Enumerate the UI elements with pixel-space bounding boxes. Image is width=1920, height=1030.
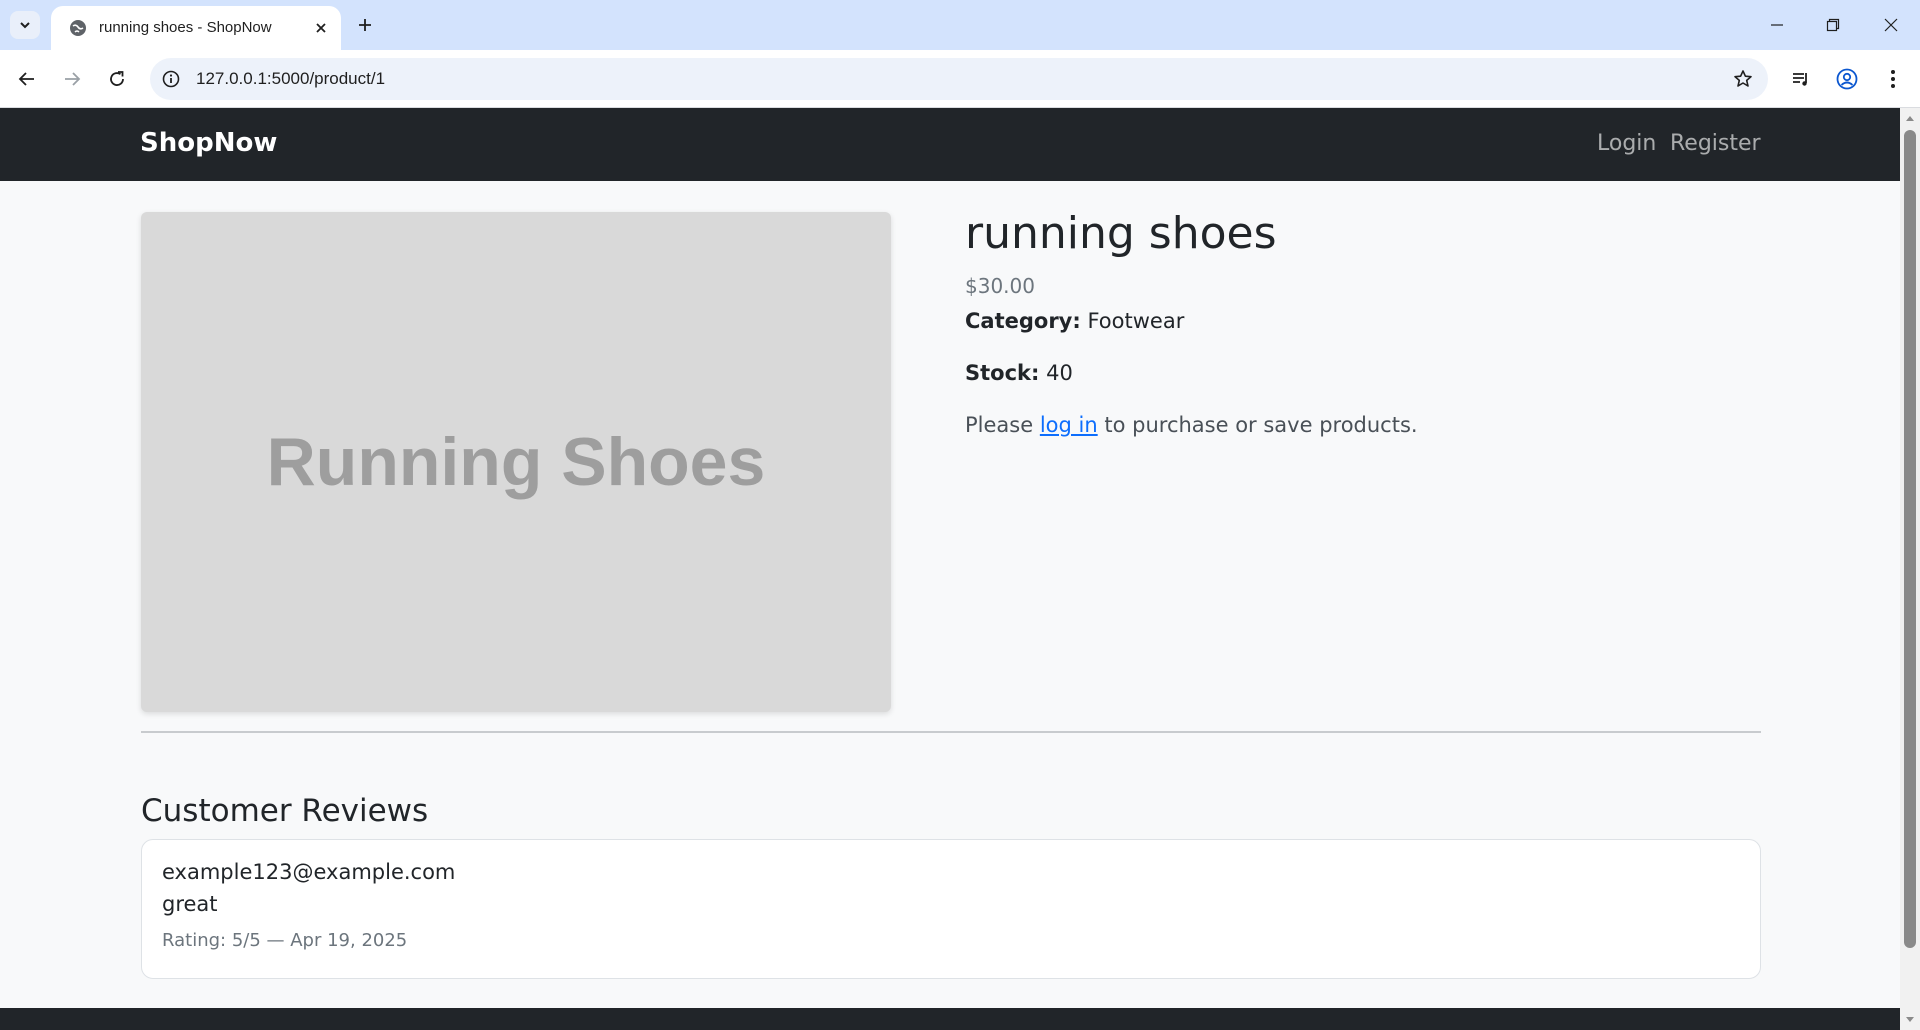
triangle-down-icon [1906,1017,1914,1022]
media-control-icon [1793,73,1807,86]
product-price: $30.00 [965,274,1035,298]
category-value: Footwear [1087,309,1185,333]
browser-menu-button[interactable] [1879,65,1907,93]
forward-arrow-icon [65,72,81,86]
minimize-button[interactable] [1762,10,1792,40]
site-navbar: ShopNow Login Register [0,108,1900,181]
back-button[interactable] [13,65,41,93]
scrollbar-thumb[interactable] [1904,130,1916,948]
review-author: example123@example.com [162,860,456,884]
nav-login-link[interactable]: Login [1597,131,1656,156]
globe-icon [70,20,86,36]
tab-close-button[interactable] [311,18,331,38]
close-icon [316,23,326,33]
page-viewport: ShopNow Login Register Running Shoes run… [0,108,1900,1030]
browser-toolbar: 127.0.0.1:5000/product/1 [0,50,1920,108]
window-close-button[interactable] [1876,10,1906,40]
product-title: running shoes [965,208,1277,259]
login-prompt-suffix: to purchase or save products. [1104,413,1418,437]
address-bar-url[interactable]: 127.0.0.1:5000/product/1 [196,69,385,89]
section-divider [141,731,1761,733]
review-card: example123@example.com great Rating: 5/5… [141,839,1761,979]
minimize-icon [1771,24,1783,26]
back-arrow-icon [18,72,34,86]
scroll-up-button[interactable] [1900,108,1920,128]
product-stock: Stock: 40 [965,361,1073,385]
address-bar[interactable]: 127.0.0.1:5000/product/1 [150,58,1768,100]
stock-label: Stock: [965,361,1040,385]
chevron-down-icon [20,22,30,29]
reviews-heading: Customer Reviews [141,793,429,829]
review-meta: Rating: 5/5 — Apr 19, 2025 [162,930,408,951]
site-footer [0,1008,1900,1030]
reload-icon [110,71,124,86]
restore-button[interactable] [1818,10,1848,40]
restore-icon [1826,18,1840,32]
bookmark-button[interactable] [1732,68,1754,90]
forward-button[interactable] [58,65,86,93]
scroll-down-button[interactable] [1900,1010,1920,1030]
review-text: great [162,892,218,916]
product-image-text: Running Shoes [266,424,766,500]
profile-button[interactable] [1833,65,1861,93]
browser-tab-active[interactable]: running shoes - ShopNow [51,6,341,50]
triangle-up-icon [1906,116,1914,121]
tab-title: running shoes - ShopNow [99,19,272,36]
window-close-icon [1884,18,1898,32]
product-category: Category: Footwear [965,309,1184,333]
reload-button[interactable] [103,65,131,93]
tab-search-button[interactable] [10,11,40,39]
product-image: Running Shoes [141,212,891,712]
profile-icon [1836,68,1858,90]
stock-value: 40 [1046,361,1073,385]
new-tab-button[interactable] [352,12,378,38]
media-control-button[interactable] [1787,65,1815,93]
page-scrollbar[interactable] [1900,108,1920,1030]
category-label: Category: [965,309,1081,333]
brand-link[interactable]: ShopNow [140,128,277,158]
login-link[interactable]: log in [1040,413,1098,437]
site-info-button[interactable] [160,68,182,90]
login-prompt-prefix: Please [965,413,1034,437]
login-prompt: Please log in to purchase or save produc… [965,413,1418,437]
plus-icon [359,19,371,31]
info-icon [162,70,180,88]
more-vert-icon [1891,70,1895,88]
browser-tab-strip: running shoes - ShopNow [0,0,1920,50]
star-icon [1734,70,1752,87]
nav-register-link[interactable]: Register [1670,131,1761,156]
